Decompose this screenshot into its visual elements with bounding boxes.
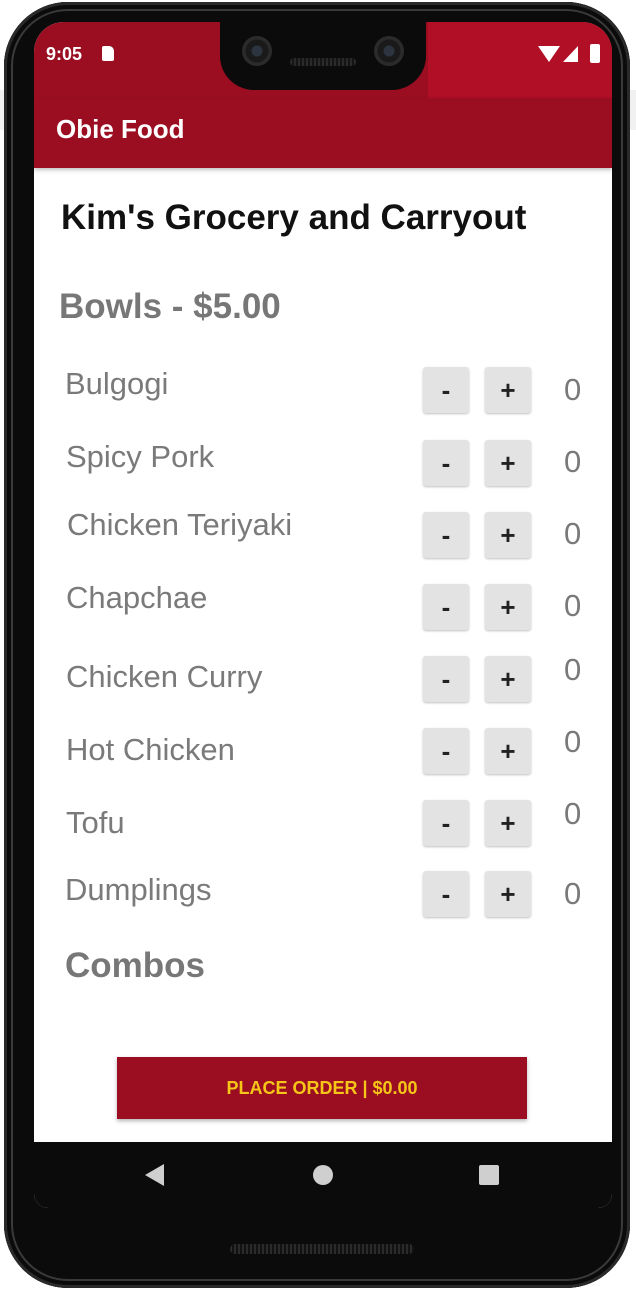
increment-button[interactable]: + — [485, 584, 531, 630]
cell-signal-icon — [563, 46, 578, 62]
decrement-button[interactable]: - — [423, 800, 469, 846]
decrement-button[interactable]: - — [423, 656, 469, 702]
sd-card-icon — [102, 46, 114, 61]
decrement-button[interactable]: - — [423, 728, 469, 774]
camera-icon — [242, 36, 272, 66]
item-count: 0 — [564, 372, 582, 407]
item-count: 0 — [564, 652, 582, 687]
app-bar: Obie Food — [34, 98, 612, 168]
camera-notch — [220, 22, 426, 90]
decrement-button[interactable]: - — [423, 367, 469, 413]
increment-button[interactable]: + — [485, 512, 531, 558]
section-title-combos: Combos — [65, 946, 205, 985]
item-name: Bulgogi — [65, 366, 169, 401]
back-icon[interactable] — [145, 1164, 164, 1186]
app-title: Obie Food — [56, 114, 185, 144]
phone-frame: 9:05 Obie Food Kim's Grocery and Carryou… — [4, 2, 630, 1288]
section-title-bowls: Bowls - $5.00 — [59, 287, 281, 326]
item-name: Chicken Teriyaki — [67, 507, 293, 542]
increment-button[interactable]: + — [485, 656, 531, 702]
item-name: Chapchae — [66, 580, 208, 615]
decrement-button[interactable]: - — [423, 871, 469, 917]
screen: 9:05 Obie Food Kim's Grocery and Carryou… — [34, 22, 612, 1208]
recents-icon[interactable] — [479, 1165, 499, 1185]
store-name: Kim's Grocery and Carryout — [61, 198, 527, 237]
home-icon[interactable] — [313, 1165, 333, 1185]
item-count: 0 — [564, 796, 582, 831]
item-name: Chicken Curry — [66, 659, 263, 694]
item-count: 0 — [564, 588, 582, 623]
increment-button[interactable]: + — [485, 367, 531, 413]
item-count: 0 — [564, 444, 582, 479]
wifi-icon — [538, 46, 560, 62]
item-name: Dumplings — [65, 872, 212, 907]
item-count: 0 — [564, 724, 582, 759]
bottom-speaker — [230, 1244, 414, 1254]
battery-icon — [590, 44, 600, 63]
item-count: 0 — [564, 876, 582, 911]
increment-button[interactable]: + — [485, 871, 531, 917]
increment-button[interactable]: + — [485, 728, 531, 774]
navigation-bar — [34, 1142, 612, 1208]
decrement-button[interactable]: - — [423, 512, 469, 558]
increment-button[interactable]: + — [485, 440, 531, 486]
decrement-button[interactable]: - — [423, 584, 469, 630]
increment-button[interactable]: + — [485, 800, 531, 846]
item-count: 0 — [564, 516, 582, 551]
status-time: 9:05 — [46, 44, 83, 64]
decrement-button[interactable]: - — [423, 440, 469, 486]
item-name: Hot Chicken — [66, 732, 235, 767]
earpiece-speaker — [290, 58, 356, 66]
camera-icon — [374, 36, 404, 66]
item-name: Spicy Pork — [66, 439, 215, 474]
item-name: Tofu — [66, 805, 125, 840]
place-order-button[interactable]: PLACE ORDER | $0.00 — [117, 1057, 527, 1119]
